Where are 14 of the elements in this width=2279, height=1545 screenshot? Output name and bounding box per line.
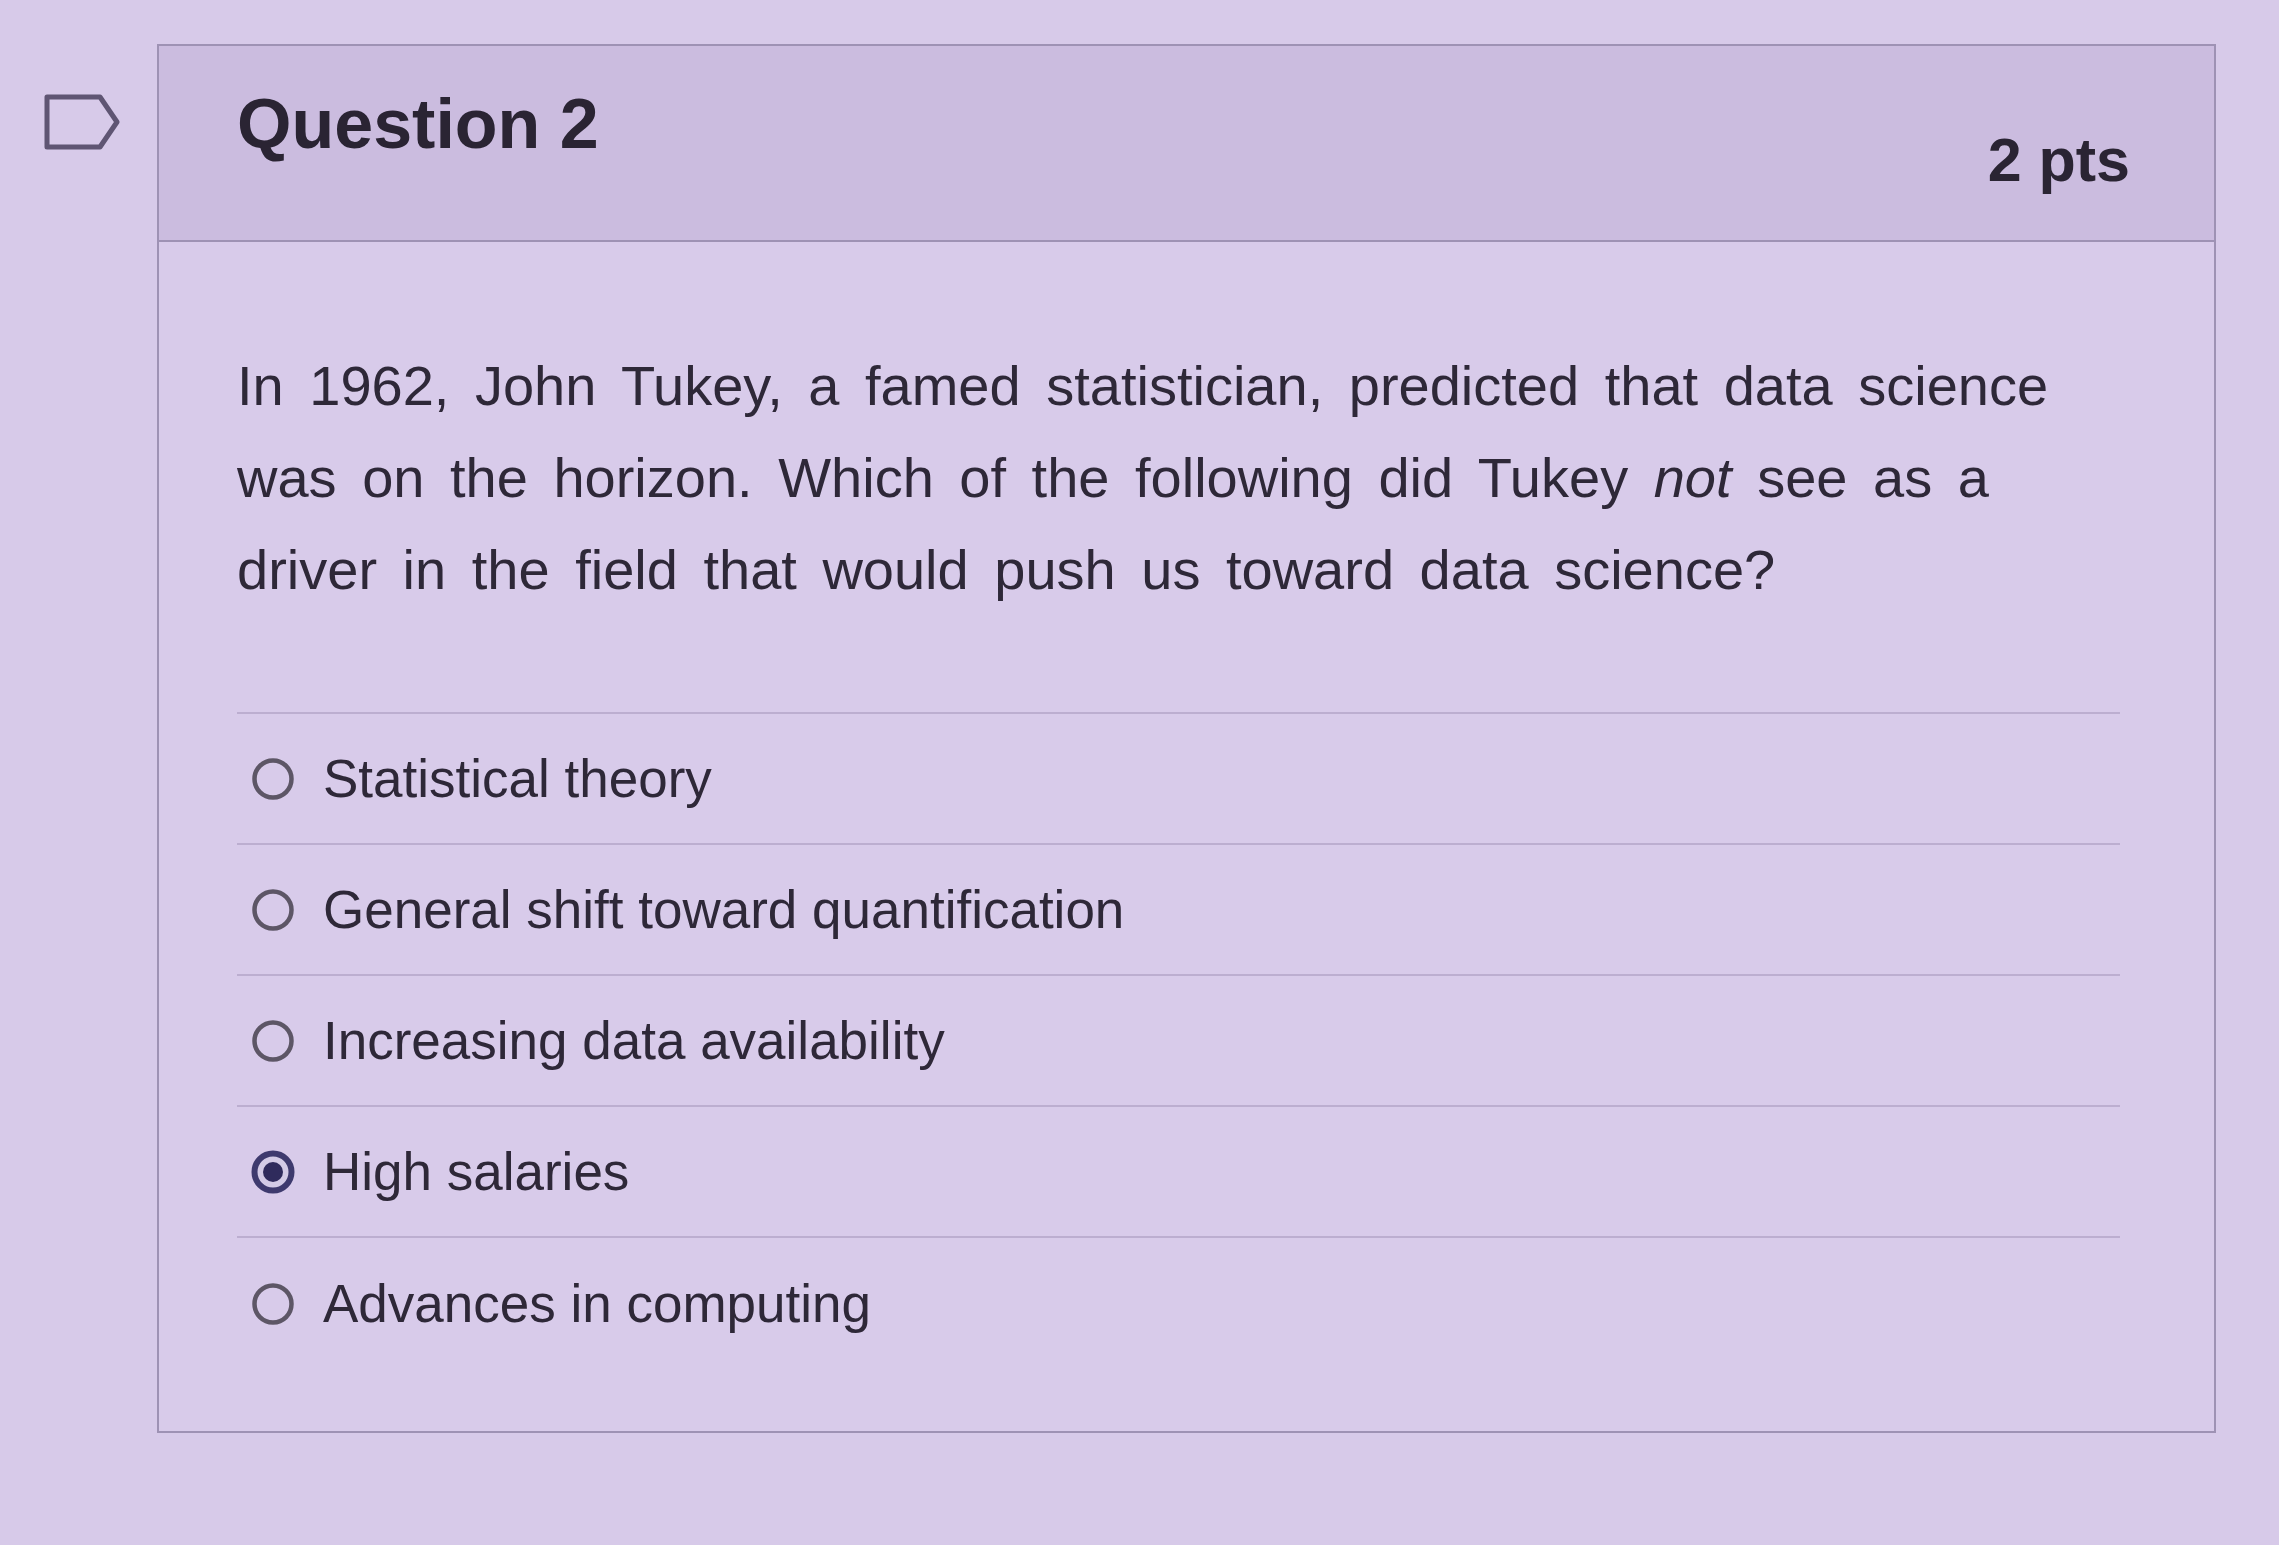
- radio-button[interactable]: [251, 887, 295, 932]
- question-title: Question 2: [237, 84, 599, 165]
- flag-icon[interactable]: [44, 94, 120, 150]
- answer-label[interactable]: Statistical theory: [323, 738, 712, 819]
- answer-label[interactable]: Increasing data availability: [323, 1000, 945, 1081]
- answer-label[interactable]: Advances in computing: [323, 1263, 871, 1344]
- question-text: In 1962, John Tukey, a famed statistician, predicted that data science was on the horizon. Which of the following did Tukey not see as a driver in the field that would push us toward data science?: [237, 353, 2050, 603]
- radio-button[interactable]: [251, 1018, 295, 1063]
- radio-button[interactable]: [251, 1281, 295, 1326]
- answer-label[interactable]: General shift toward quantification: [323, 869, 1125, 950]
- answer-label[interactable]: High salaries: [323, 1131, 630, 1212]
- radio-button[interactable]: [251, 756, 295, 801]
- points-label: 2 pts: [1987, 125, 2130, 197]
- radio-button[interactable]: [251, 1149, 295, 1194]
